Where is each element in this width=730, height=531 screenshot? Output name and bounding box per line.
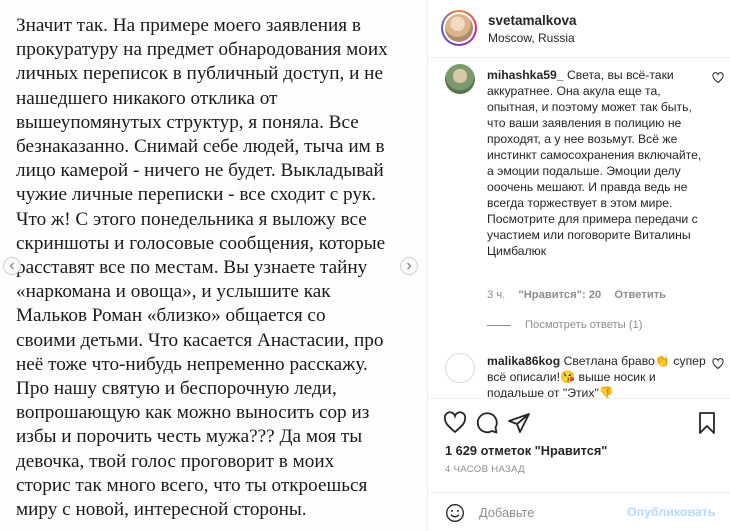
publish-button[interactable]: Опубликовать — [627, 505, 715, 519]
carousel-next-button[interactable] — [400, 257, 418, 275]
post-sidebar: svetamalkova Moscow, Russia mihashka59_ … — [429, 0, 730, 531]
post-image-line: Значит так. На примере моего заявления в — [16, 15, 361, 36]
post-timestamp[interactable]: 4 ЧАСОВ НАЗАД — [445, 464, 525, 475]
view-replies-button[interactable]: Посмотреть ответы (1) — [487, 319, 643, 331]
post-image-line: Про нашу святую и беспорочную леди, — [16, 378, 337, 400]
post-location[interactable]: Moscow, Russia — [488, 31, 575, 45]
comment-likes-count[interactable]: "Нравится": 20 — [518, 289, 601, 301]
add-comment-bar: Опубликовать — [429, 492, 730, 531]
bookmark-icon[interactable] — [695, 411, 719, 435]
comment-text: malika86kog Светлана браво👏 супер всё оп… — [487, 353, 707, 398]
post-image-line: личных переписок в публичный доступ, и н… — [16, 63, 383, 85]
post-image-line: скриншоты и голосовые сообщения, которые — [16, 232, 386, 254]
like-heart-icon[interactable] — [443, 411, 467, 435]
author-avatar[interactable] — [441, 10, 477, 46]
post-image-line: нашедшего никакого отклика от — [16, 87, 278, 109]
post-image-text: Значит так. На примере моего заявления в… — [16, 14, 416, 522]
chevron-left-icon — [9, 262, 14, 270]
comment-bubble-icon[interactable] — [475, 411, 499, 435]
commenter-avatar[interactable] — [445, 64, 475, 94]
likes-suffix: отметок "Нравится" — [480, 443, 608, 458]
post-image-line: прокуратуру на предмет обнародования мои… — [16, 39, 388, 61]
post-image-line: лицо камерой - ничего не будет. Выкладыв… — [16, 160, 384, 182]
post-image-line: миру с новой, интересной стороны. — [16, 499, 307, 521]
post-image-line: вопрошающую как можно выносить сор из — [16, 402, 370, 424]
share-paper-plane-icon[interactable] — [507, 411, 531, 435]
comment-time: 3 ч. — [487, 289, 506, 301]
comment-like-icon[interactable] — [712, 358, 724, 370]
likes-count[interactable]: 1 629 отметок "Нравится" — [445, 443, 607, 458]
post-image-line: вышеупомянутых структур, я поняла. Все — [16, 111, 359, 133]
view-replies-label: Посмотреть ответы (1) — [525, 319, 643, 331]
comment-like-icon[interactable] — [712, 72, 724, 84]
post-image-line: «наркомана и овоща», и услышите как — [16, 281, 331, 303]
comment-message: Света, вы всё-таки аккуратнее. Она акула… — [487, 68, 702, 258]
emoji-smiley-icon[interactable] — [445, 503, 465, 523]
post-image-line: расставят все по местам. Вы узнаете тайн… — [16, 257, 368, 279]
post-image-line: безнаказанно. Снимай себе людей, тыча им… — [16, 136, 385, 158]
comments-list: mihashka59_ Света, вы всё-таки аккуратне… — [429, 58, 730, 398]
comment-text: mihashka59_ Света, вы всё-таки аккуратне… — [487, 67, 707, 259]
replies-divider — [487, 324, 511, 326]
post-image-line: неё тоже что-нибудь непременно расскажу. — [16, 353, 368, 375]
comment-reply-button[interactable]: Ответить — [614, 289, 666, 301]
chevron-right-icon — [407, 262, 412, 270]
post-image-line: своими детьми. Что касается Анастасии, п… — [16, 329, 384, 351]
post-header: svetamalkova Moscow, Russia — [429, 0, 730, 58]
carousel-prev-button[interactable] — [3, 257, 21, 275]
post-image-line: избы и порочить честь мужа??? Да моя ты — [16, 426, 363, 448]
commenter-username[interactable]: mihashka59_ — [487, 68, 564, 82]
post-actions-bar — [429, 398, 730, 448]
post-image-line: Мальков Роман «близко» общается со — [16, 305, 326, 327]
commenter-username[interactable]: malika86kog — [487, 354, 560, 368]
likes-number: 1 629 — [445, 443, 478, 458]
post-image-line: Что ж! С этого понедельника я выложу все — [16, 208, 367, 230]
author-avatar-photo — [445, 14, 473, 42]
commenter-avatar[interactable] — [445, 353, 475, 383]
post-image-line: девочка, твой голос проговорит в моих — [16, 450, 335, 472]
post-image: Значит так. На примере моего заявления в… — [0, 0, 428, 531]
post-image-line: сторис так много всего, что ты откроешьс… — [16, 474, 368, 496]
comment-input[interactable] — [479, 501, 619, 523]
comment-meta: 3 ч. "Нравится": 20 Ответить — [487, 289, 676, 301]
post-image-line: чужие личные переписки - все сходит с ру… — [16, 184, 377, 206]
author-username[interactable]: svetamalkova — [488, 13, 577, 28]
